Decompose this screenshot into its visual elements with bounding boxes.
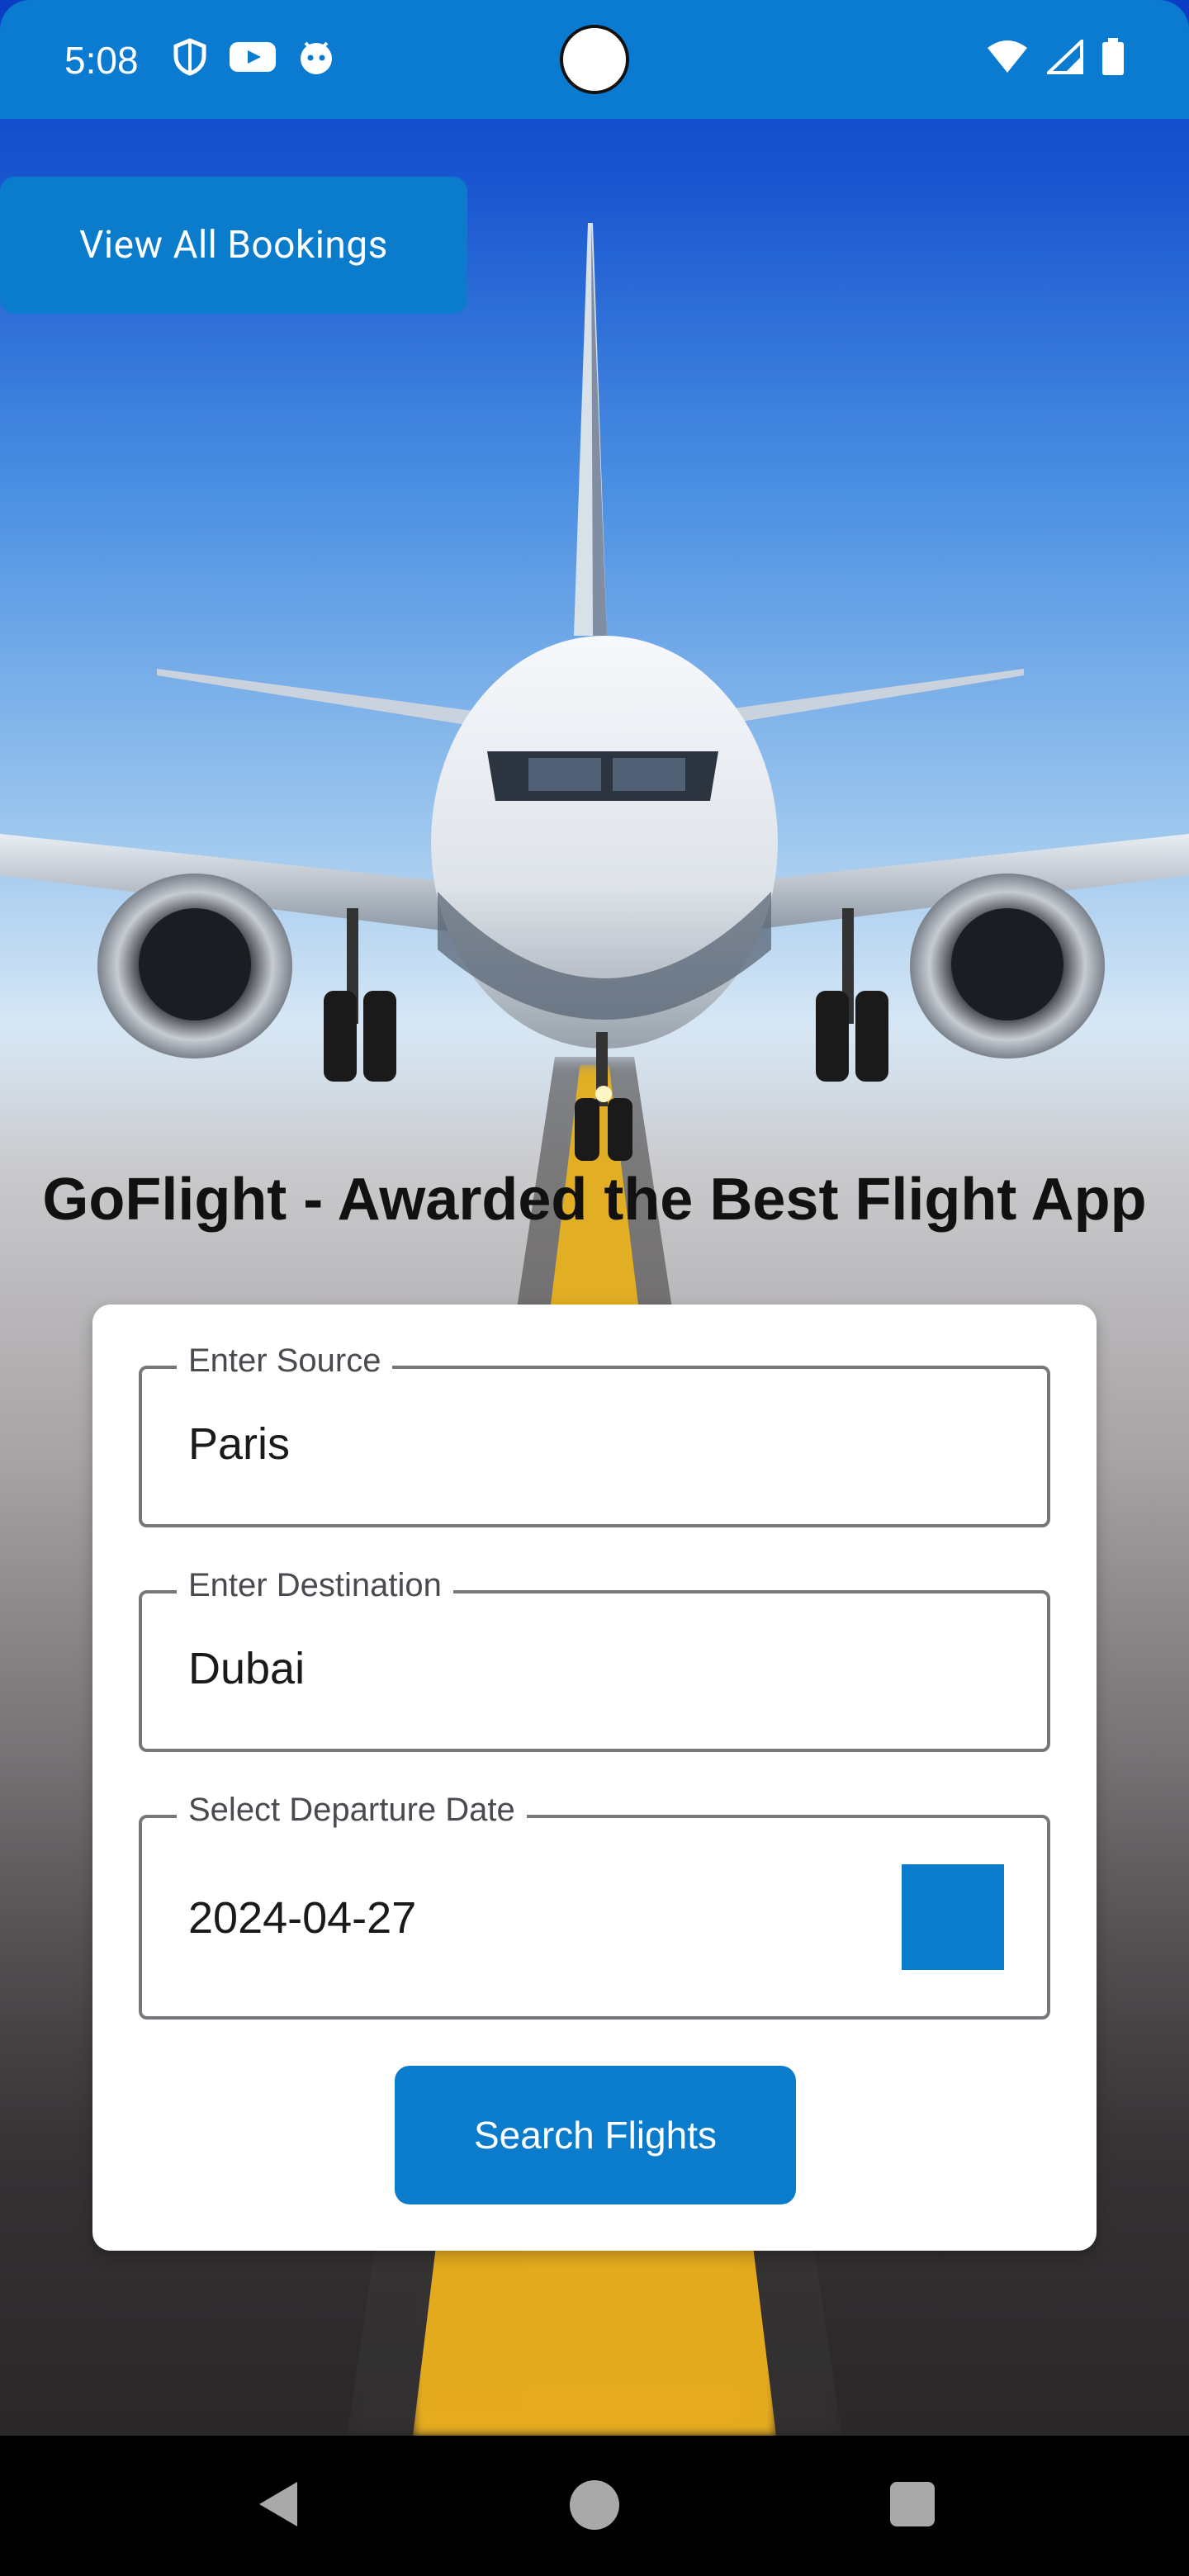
- navigation-bar: [0, 2436, 1189, 2576]
- source-input[interactable]: [188, 1418, 931, 1470]
- departure-date-input[interactable]: [188, 1892, 849, 1944]
- departure-date-field[interactable]: Select Departure Date: [139, 1792, 1050, 2020]
- wifi-icon: [988, 40, 1027, 73]
- app-screen: 5:08 View All Bookings GoFlight - Awarde…: [0, 0, 1189, 2576]
- calendar-picker-button[interactable]: [902, 1864, 1004, 1970]
- destination-input[interactable]: [188, 1643, 931, 1694]
- shield-icon: [173, 38, 206, 76]
- battery-icon: [1102, 38, 1124, 75]
- page-title: GoFlight - Awarded the Best Flight App: [42, 1167, 1147, 1233]
- destination-field[interactable]: Enter Destination: [139, 1567, 1050, 1752]
- cell-signal-icon: [1047, 40, 1083, 74]
- destination-field-label: Enter Destination: [177, 1567, 453, 1604]
- android-face-icon: [301, 41, 332, 74]
- home-icon[interactable]: [570, 2480, 619, 2530]
- status-bar: 5:08: [0, 0, 1189, 119]
- recents-icon[interactable]: [890, 2482, 935, 2526]
- status-icons-right: [986, 38, 1125, 76]
- status-icons-left: [172, 38, 335, 76]
- source-field[interactable]: Enter Source: [139, 1342, 1050, 1527]
- camera-cutout: [560, 25, 629, 94]
- departure-date-field-label: Select Departure Date: [177, 1792, 527, 1829]
- view-all-bookings-button[interactable]: View All Bookings: [0, 177, 467, 314]
- back-icon[interactable]: [256, 2479, 301, 2530]
- search-card: Enter Source Enter Destination Select De…: [92, 1305, 1097, 2251]
- search-flights-button[interactable]: Search Flights: [395, 2066, 796, 2204]
- status-time: 5:08: [64, 39, 139, 82]
- airplane-image: [0, 223, 1189, 1161]
- source-field-label: Enter Source: [177, 1342, 393, 1380]
- youtube-icon: [230, 42, 276, 72]
